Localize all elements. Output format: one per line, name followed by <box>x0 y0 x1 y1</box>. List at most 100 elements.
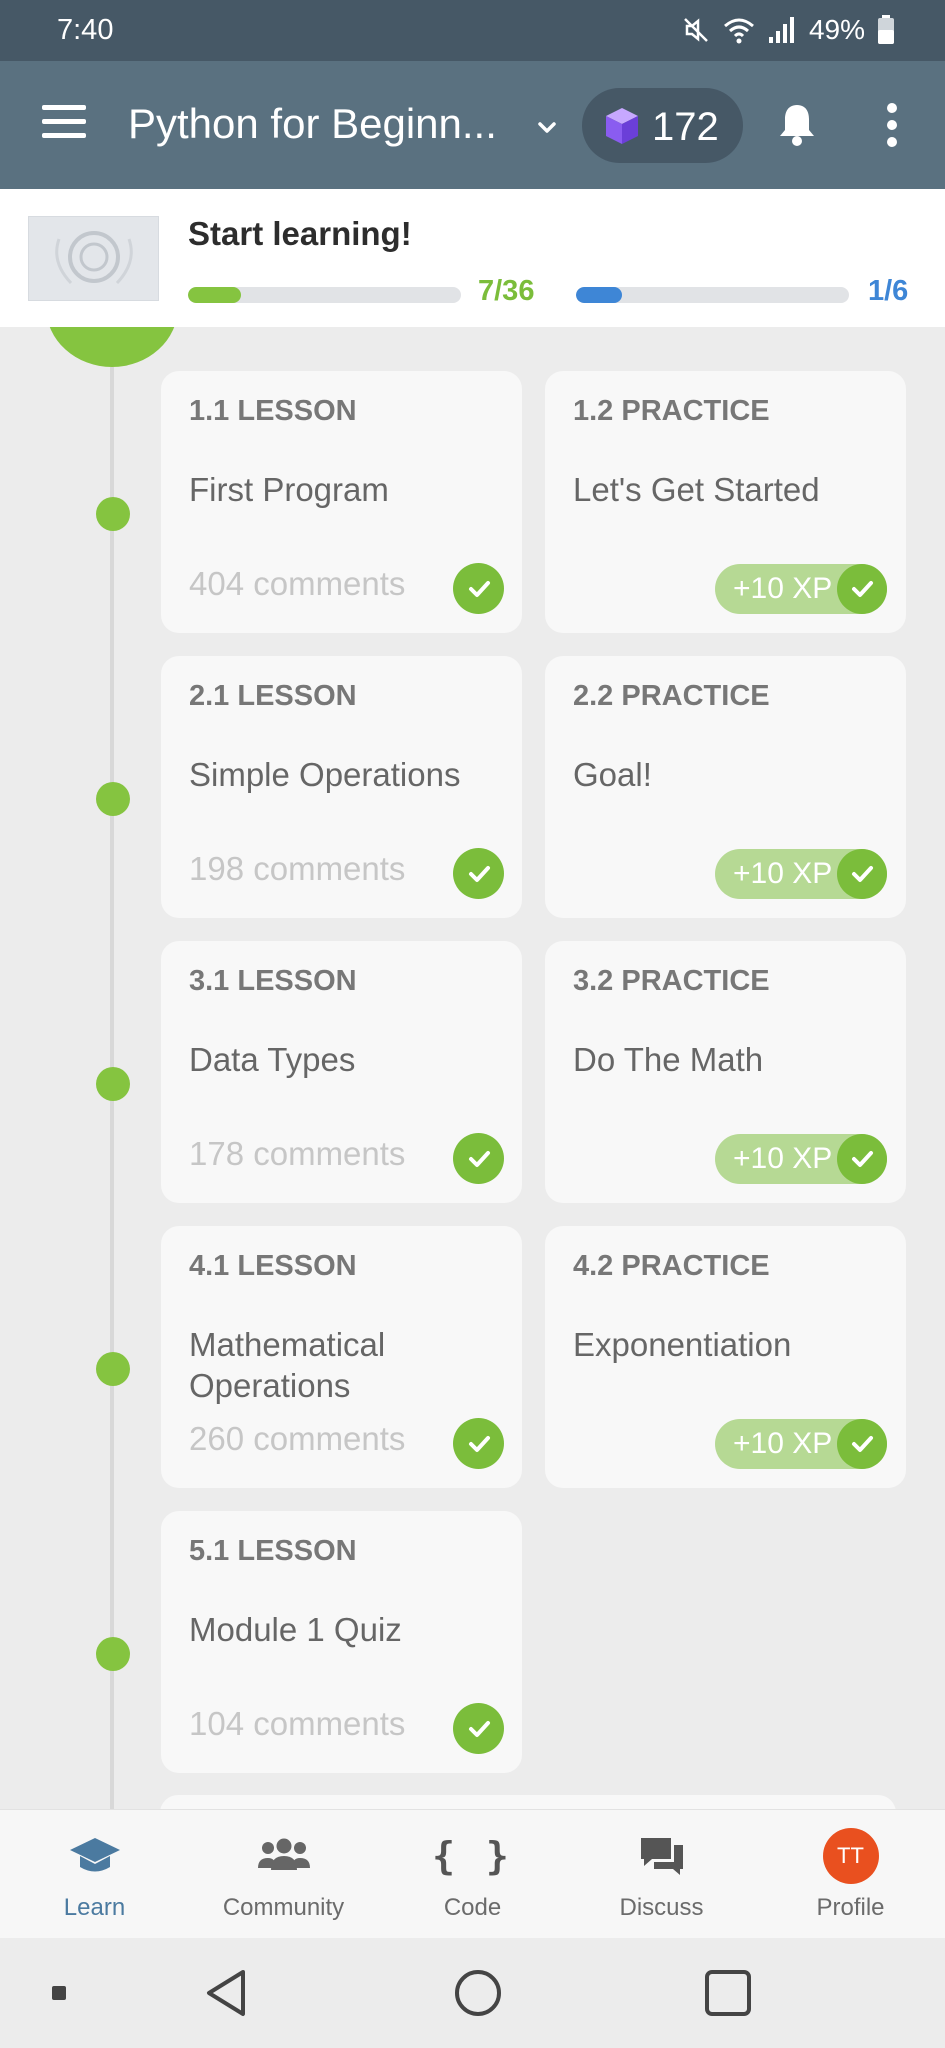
dot-icon[interactable] <box>52 1986 66 2005</box>
timeline-dot <box>96 1637 130 1671</box>
back-icon[interactable] <box>203 1968 249 2023</box>
lessons-progress-count: 7/36 <box>478 275 535 307</box>
timeline-dot <box>96 497 130 531</box>
comments-link[interactable]: 198 comments <box>189 850 405 888</box>
check-icon <box>837 1419 887 1469</box>
timeline-dot <box>96 782 130 816</box>
nav-community[interactable]: Community <box>189 1810 378 1939</box>
graduation-cap-icon <box>0 1832 189 1880</box>
xp-label: +10 XP <box>733 1427 833 1460</box>
card-type: 2.2 PRACTICE <box>573 680 770 712</box>
recents-icon[interactable] <box>704 1969 752 2022</box>
comments-link[interactable]: 104 comments <box>189 1705 405 1743</box>
chevron-down-icon[interactable] <box>532 113 562 143</box>
xp-badge: +10 XP <box>715 1419 887 1469</box>
people-icon <box>189 1832 378 1880</box>
modules-progress-count: 1/6 <box>868 275 909 307</box>
nav-learn[interactable]: Learn <box>0 1810 189 1939</box>
gems-button[interactable]: 172 <box>582 88 743 163</box>
check-icon <box>837 849 887 899</box>
gem-cube-icon <box>604 106 640 151</box>
status-icons: 49% <box>681 14 895 46</box>
nav-label: Profile <box>816 1894 885 1921</box>
xp-label: +10 XP <box>733 857 833 890</box>
card-title: Simple Operations <box>189 756 461 793</box>
comments-link[interactable]: 178 comments <box>189 1135 405 1173</box>
practice-card[interactable]: 4.2 PRACTICE Exponentiation +10 XP <box>545 1226 906 1488</box>
bell-icon[interactable] <box>777 101 817 152</box>
status-time: 7:40 <box>57 14 114 46</box>
card-title: Do The Math <box>573 1041 764 1078</box>
xp-label: +10 XP <box>733 572 833 605</box>
card-type: 1.2 PRACTICE <box>573 395 770 427</box>
modules-progress-bar <box>576 287 849 303</box>
comments-link[interactable]: 260 comments <box>189 1420 405 1458</box>
card-title: Mathematical Operations <box>189 1326 386 1404</box>
lesson-card[interactable]: 5.1 LESSON Module 1 Quiz 104 comments <box>161 1511 522 1773</box>
practice-card[interactable]: 1.2 PRACTICE Let's Get Started +10 XP <box>545 371 906 633</box>
more-vertical-icon[interactable] <box>880 103 904 151</box>
nav-label: Discuss <box>619 1894 704 1921</box>
nav-discuss[interactable]: Discuss <box>567 1810 756 1939</box>
nav-label: Community <box>222 1894 345 1921</box>
system-nav-bar <box>0 1938 945 2048</box>
lesson-list[interactable]: 1.1 LESSON First Program 404 comments 1.… <box>0 327 945 1809</box>
braces-icon: { } <box>432 1834 513 1878</box>
chat-bubbles-icon <box>567 1832 756 1880</box>
certificate-badge-icon <box>28 216 159 301</box>
xp-badge: +10 XP <box>715 564 887 614</box>
card-title: Let's Get Started <box>573 471 820 508</box>
gem-count: 172 <box>652 105 719 149</box>
bottom-nav: Learn Community { } Code Discuss TT Prof… <box>0 1809 945 1938</box>
check-icon <box>453 1703 504 1754</box>
course-title[interactable]: Python for Beginn... <box>128 100 528 148</box>
card-type: 5.1 LESSON <box>189 1535 357 1567</box>
home-icon[interactable] <box>453 1968 503 2023</box>
xp-label: +10 XP <box>733 1142 833 1175</box>
comments-link[interactable]: 404 comments <box>189 565 405 603</box>
timeline-dot <box>96 1352 130 1386</box>
nav-profile[interactable]: TT Profile <box>756 1810 945 1939</box>
check-icon <box>453 563 504 614</box>
nav-label: Learn <box>63 1894 126 1921</box>
app-bar: Python for Beginn... 172 <box>0 61 945 189</box>
avatar: TT <box>822 1828 879 1884</box>
xp-badge: +10 XP <box>715 849 887 899</box>
module-node <box>46 327 178 367</box>
card-type: 3.1 LESSON <box>189 965 357 997</box>
card-type: 4.1 LESSON <box>189 1250 357 1282</box>
card-type: 1.1 LESSON <box>189 395 357 427</box>
wifi-icon <box>723 15 755 45</box>
nav-label: Code <box>443 1894 502 1921</box>
status-bar: 7:40 49% <box>0 0 945 61</box>
check-icon <box>453 848 504 899</box>
progress-title: Start learning! <box>188 215 412 252</box>
progress-header: Start learning! 7/36 1/6 <box>0 189 945 327</box>
card-type: 4.2 PRACTICE <box>573 1250 770 1282</box>
card-title: First Program <box>189 471 389 508</box>
practice-card[interactable]: 2.2 PRACTICE Goal! +10 XP <box>545 656 906 918</box>
check-icon <box>837 564 887 614</box>
timeline-dot <box>96 1067 130 1101</box>
signal-icon <box>767 15 797 45</box>
card-title: Module 1 Quiz <box>189 1611 402 1648</box>
check-icon <box>453 1418 504 1469</box>
xp-badge: +10 XP <box>715 1134 887 1184</box>
card-type: 3.2 PRACTICE <box>573 965 770 997</box>
practice-card[interactable]: 3.2 PRACTICE Do The Math +10 XP <box>545 941 906 1203</box>
card-title: Data Types <box>189 1041 356 1078</box>
hamburger-menu-icon[interactable] <box>36 99 92 151</box>
mute-icon <box>681 15 711 45</box>
nav-code[interactable]: { } Code <box>378 1810 567 1939</box>
lesson-card[interactable]: 4.1 LESSON Mathematical Operations 260 c… <box>161 1226 522 1488</box>
battery-icon <box>877 15 895 45</box>
card-title: Goal! <box>573 756 652 793</box>
lesson-card[interactable]: 3.1 LESSON Data Types 178 comments <box>161 941 522 1203</box>
next-card-peek[interactable] <box>160 1795 896 1809</box>
lessons-progress-bar <box>188 287 461 303</box>
battery-percent: 49% <box>808 14 865 45</box>
lesson-card[interactable]: 1.1 LESSON First Program 404 comments <box>161 371 522 633</box>
check-icon <box>837 1134 887 1184</box>
lesson-card[interactable]: 2.1 LESSON Simple Operations 198 comment… <box>161 656 522 918</box>
card-type: 2.1 LESSON <box>189 680 357 712</box>
